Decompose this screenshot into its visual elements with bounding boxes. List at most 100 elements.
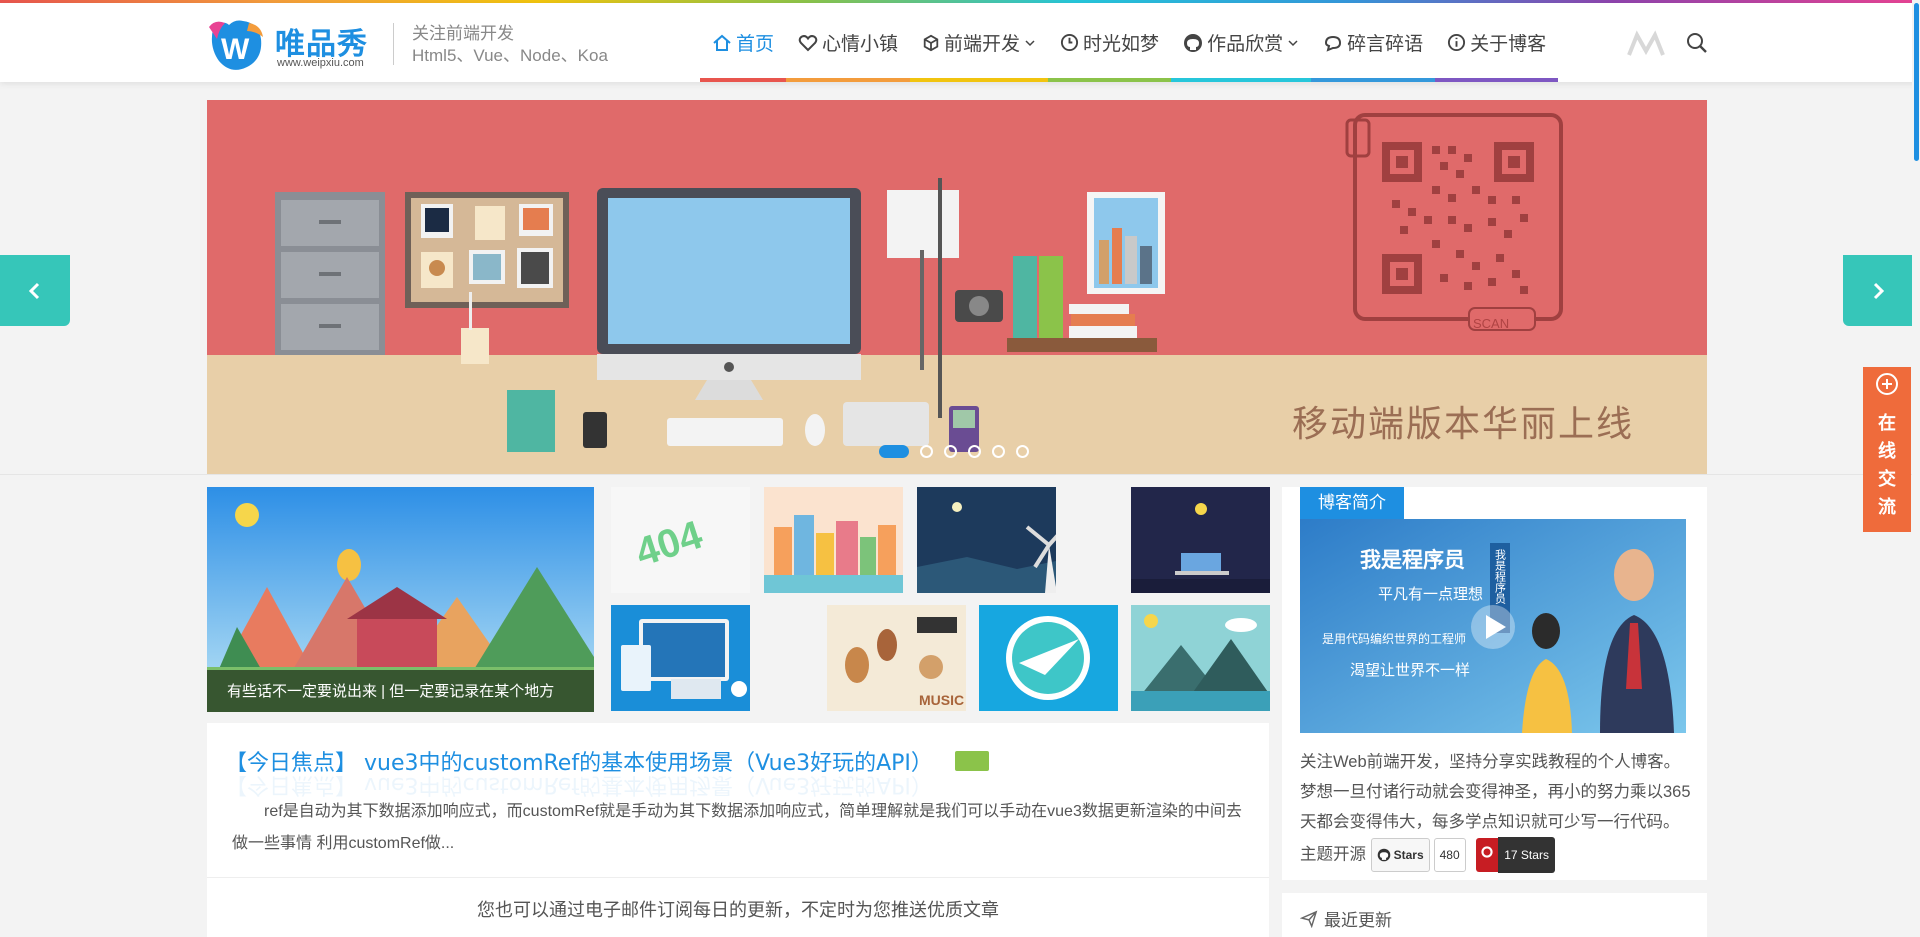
thumbnail-music[interactable]: MUSIC bbox=[827, 605, 966, 711]
tagline-line2: Html5、Vue、Node、Koa bbox=[412, 46, 608, 65]
heart-icon bbox=[798, 33, 818, 53]
tagline-line1: 关注前端开发 bbox=[412, 24, 514, 43]
thumbnail-city[interactable] bbox=[764, 487, 903, 593]
chat-icon bbox=[1323, 33, 1343, 53]
user-avatar-icon[interactable] bbox=[1625, 25, 1667, 63]
thumbnail-webpage[interactable] bbox=[611, 605, 750, 711]
mountains-illustration bbox=[1131, 605, 1270, 711]
send-icon bbox=[1300, 910, 1318, 928]
nav-item-mood[interactable]: 心情小镇 bbox=[786, 3, 911, 82]
recent-updates-card: 最近更新 bbox=[1282, 893, 1707, 937]
recent-updates-label: 最近更新 bbox=[1324, 911, 1392, 930]
svg-text:MUSIC: MUSIC bbox=[919, 692, 964, 708]
404-illustration: 404 bbox=[611, 487, 750, 593]
post-divider bbox=[207, 877, 1269, 878]
windmill-illustration bbox=[917, 487, 1056, 593]
github-stars-button[interactable]: Stars bbox=[1370, 838, 1430, 872]
chevron-left-icon bbox=[28, 282, 40, 299]
programmer-illustration: 我是程序员 平凡有一点理想 是用代码编织世界的工程师 渴望让世界不一样 我是程序… bbox=[1300, 519, 1686, 733]
nav-label: 前端开发 bbox=[944, 33, 1021, 55]
home-icon bbox=[712, 33, 732, 53]
site-header: W 唯品秀 www.weipxiu.com 关注前端开发 Html5、Vue、N… bbox=[0, 3, 1920, 82]
intro-image-line4: 渴望让世界不一样 bbox=[1350, 661, 1470, 679]
featured-post-card: 【今日焦点】 vue3中的customRef的基本使用场景（Vue3好玩的API… bbox=[207, 723, 1269, 937]
nav-item-frontend[interactable]: 前端开发 bbox=[910, 3, 1049, 82]
chat-char: 线 bbox=[1878, 441, 1896, 462]
nav-item-home[interactable]: 首页 bbox=[700, 3, 787, 82]
slider-dots bbox=[879, 445, 1029, 458]
intro-image-title: 我是程序员 bbox=[1360, 548, 1465, 572]
subscribe-text: 您也可以通过电子邮件订阅每日的更新，不定时为您推送优质文章 bbox=[477, 900, 999, 920]
nav-label: 心情小镇 bbox=[822, 33, 899, 55]
info-icon bbox=[1447, 33, 1466, 52]
github-icon bbox=[1377, 848, 1390, 862]
site-tagline: 关注前端开发 Html5、Vue、Node、Koa bbox=[412, 23, 608, 67]
night-desk-illustration bbox=[1131, 487, 1270, 593]
thumbnail-paperplane[interactable] bbox=[979, 605, 1118, 711]
nav-item-notes[interactable]: 碎言碎语 bbox=[1311, 3, 1436, 82]
chevron-right-icon bbox=[1873, 282, 1885, 299]
gitee-icon bbox=[1476, 838, 1499, 872]
search-icon[interactable] bbox=[1685, 31, 1709, 55]
slider-dot-2[interactable] bbox=[920, 445, 933, 458]
clock-icon bbox=[1060, 33, 1079, 52]
plus-circle-icon bbox=[1876, 373, 1898, 395]
online-chat-label: 在 线 交 流 bbox=[1863, 410, 1911, 522]
gitee-stars-badge[interactable]: 17 Stars bbox=[1476, 837, 1555, 873]
chat-char: 交 bbox=[1878, 469, 1896, 490]
feature-thumbnail[interactable]: 有些话不一定要说出来 | 但一定要记录在某个地方 bbox=[207, 487, 594, 712]
section-divider bbox=[0, 474, 1920, 475]
hero-banner[interactable]: SCAN 移动端版本华丽上线 bbox=[207, 100, 1707, 474]
site-logo[interactable]: W 唯品秀 www.weipxiu.com bbox=[205, 15, 375, 73]
chat-char: 流 bbox=[1878, 497, 1896, 518]
recent-updates-title[interactable]: 最近更新 bbox=[1300, 906, 1392, 931]
nav-item-works[interactable]: 作品欣赏 bbox=[1171, 3, 1312, 82]
slider-dot-4[interactable] bbox=[968, 445, 981, 458]
gitee-stars-label: 17 Stars bbox=[1498, 837, 1555, 873]
intro-image-vertical: 我是程序员 bbox=[1494, 549, 1507, 605]
intro-image[interactable]: 我是程序员 平凡有一点理想 是用代码编织世界的工程师 渴望让世界不一样 我是程序… bbox=[1300, 519, 1686, 733]
scrollbar-thumb[interactable] bbox=[1914, 3, 1919, 161]
nav-item-about[interactable]: 关于博客 bbox=[1435, 3, 1559, 82]
logo-url: www.weipxiu.com bbox=[277, 57, 364, 69]
thumbnail-mountains[interactable] bbox=[1131, 605, 1270, 711]
thumbnail-caption: 有些话不一定要说出来 | 但一定要记录在某个地方 bbox=[207, 670, 594, 712]
flag-icon bbox=[955, 751, 989, 771]
banner-headline: 移动端版本华丽上线 bbox=[1292, 404, 1635, 445]
slider-prev-button[interactable] bbox=[0, 255, 70, 326]
github-stars-count[interactable]: 480 bbox=[1433, 838, 1466, 872]
featured-post-excerpt: ref是自动为其下数据添加响应式，而customRef就是手动为其下数据添加响应… bbox=[232, 803, 1242, 852]
blog-intro-card: 我是程序员 平凡有一点理想 是用代码编织世界的工程师 渴望让世界不一样 我是程序… bbox=[1282, 487, 1707, 880]
chevron-down-icon bbox=[1024, 37, 1036, 49]
slider-dot-1[interactable] bbox=[879, 445, 909, 458]
paper-plane-illustration bbox=[979, 605, 1118, 711]
logo-mark-icon: W bbox=[209, 20, 263, 70]
online-chat-button[interactable]: 在 线 交 流 bbox=[1863, 367, 1911, 532]
nav-item-time[interactable]: 时光如梦 bbox=[1048, 3, 1172, 82]
thumbnail-404[interactable]: 404 bbox=[611, 487, 750, 593]
thumbnail-desk-night[interactable] bbox=[1131, 487, 1270, 593]
blog-intro-description: 关注Web前端开发，坚持分享实践教程的个人博客。梦想一旦付诸行动就会变得神圣，再… bbox=[1300, 747, 1695, 873]
thumbnail-windmill[interactable] bbox=[917, 487, 1056, 593]
slider-dot-3[interactable] bbox=[944, 445, 957, 458]
github-stars-label: Stars bbox=[1393, 848, 1424, 862]
nav-label: 作品欣赏 bbox=[1207, 33, 1284, 55]
logo-divider bbox=[393, 23, 394, 65]
slider-dot-5[interactable] bbox=[992, 445, 1005, 458]
main-nav: 首页 心情小镇 前端开发 时光如梦 作品欣赏 碎言碎语 关于博客 bbox=[700, 3, 1559, 82]
blog-intro-tag: 博客简介 bbox=[1300, 487, 1404, 519]
slider-next-button[interactable] bbox=[1843, 255, 1913, 326]
github-icon bbox=[1183, 33, 1203, 53]
chevron-down-icon bbox=[1287, 37, 1299, 49]
webpage-illustration bbox=[611, 605, 750, 711]
slider-dot-6[interactable] bbox=[1016, 445, 1029, 458]
city-illustration bbox=[764, 487, 903, 593]
intro-image-subtitle: 平凡有一点理想 bbox=[1378, 585, 1483, 603]
qr-scan-label: SCAN bbox=[1473, 316, 1510, 331]
nav-label: 时光如梦 bbox=[1083, 33, 1160, 55]
svg-text:W: W bbox=[221, 33, 250, 66]
nav-label: 首页 bbox=[736, 33, 775, 55]
nav-label: 碎言碎语 bbox=[1347, 33, 1424, 55]
music-illustration: MUSIC bbox=[827, 605, 966, 711]
intro-image-line3: 是用代码编织世界的工程师 bbox=[1322, 631, 1466, 646]
